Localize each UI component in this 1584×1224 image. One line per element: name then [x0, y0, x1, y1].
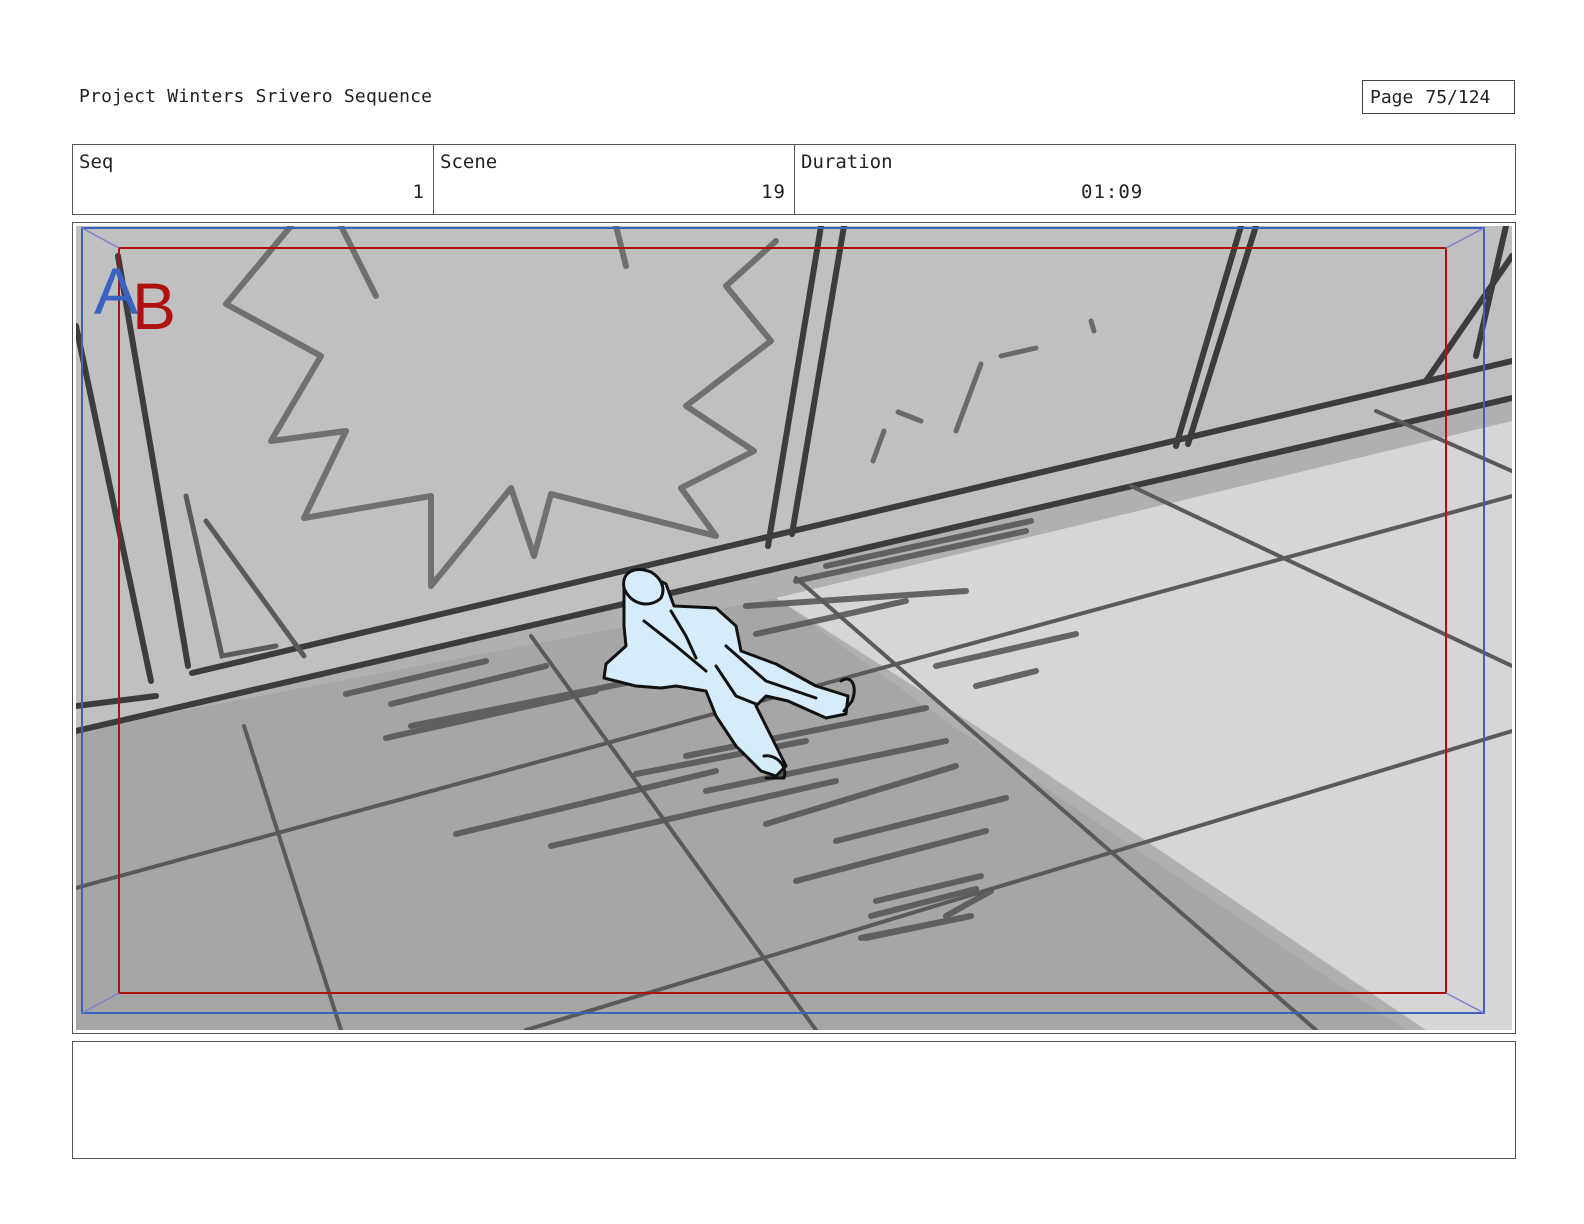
scene-cell: Scene 19	[434, 145, 795, 214]
duration-label: Duration	[801, 151, 893, 173]
seq-label: Seq	[79, 151, 114, 173]
duration-value: 01:09	[1081, 181, 1144, 203]
scene-value: 19	[761, 181, 786, 203]
page-indicator: Page 75/124	[1362, 80, 1515, 114]
notes-box	[72, 1041, 1516, 1159]
safe-marker-b: B	[132, 269, 176, 343]
page-label: Page	[1370, 86, 1414, 108]
shot-info-table: Seq 1 Scene 19 Duration 01:09	[72, 144, 1516, 215]
seq-cell: Seq 1	[73, 145, 434, 214]
duration-cell: Duration 01:09	[795, 145, 1515, 214]
seq-value: 1	[412, 181, 425, 203]
project-title: Project Winters Srivero Sequence	[79, 86, 433, 107]
panel-sketch: A B	[76, 226, 1512, 1030]
scene-label: Scene	[440, 151, 498, 173]
storyboard-panel: A B	[72, 222, 1516, 1034]
page-number: 75/124	[1425, 86, 1491, 108]
